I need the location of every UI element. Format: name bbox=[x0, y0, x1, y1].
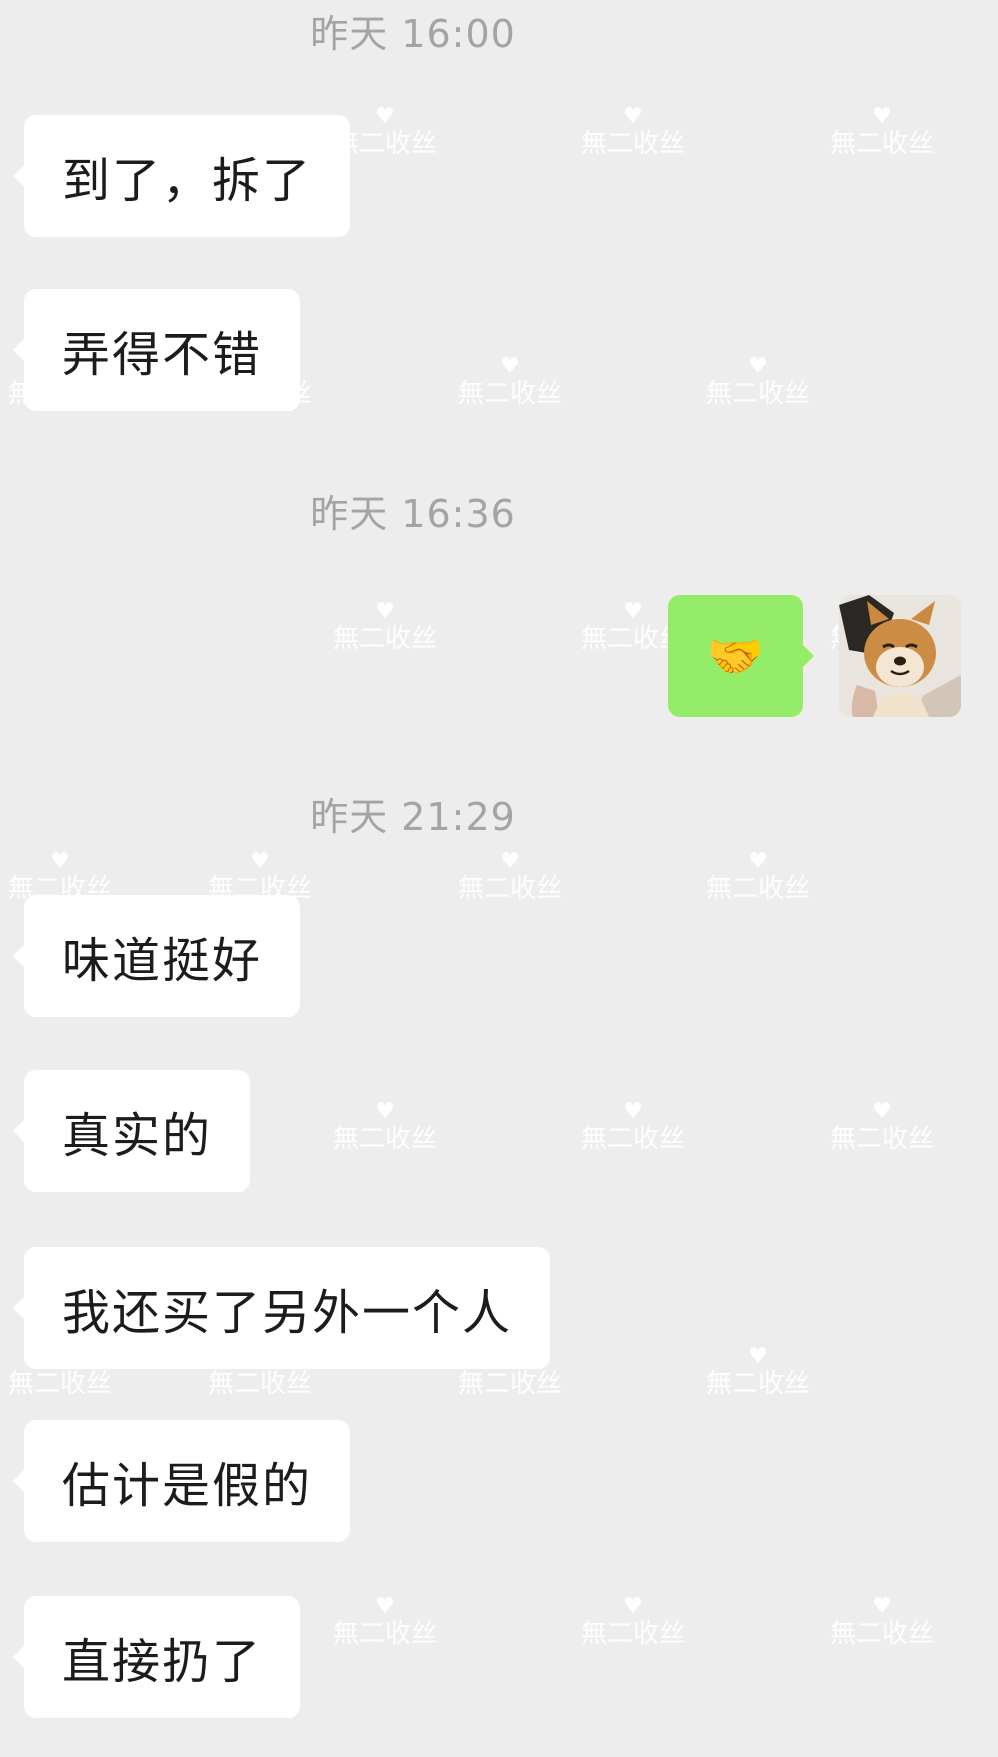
watermark-text: 無二收丝 bbox=[332, 1124, 437, 1154]
watermark-text: 無二收丝 bbox=[332, 624, 437, 654]
watermark-text: 無二收丝 bbox=[829, 129, 934, 159]
watermark-heart-icon: ♥ bbox=[748, 1344, 768, 1369]
watermark-heart-icon: ♥ bbox=[623, 1594, 643, 1619]
watermark-heart-icon: ♥ bbox=[872, 1099, 892, 1124]
watermark-heart-icon: ♥ bbox=[748, 354, 768, 379]
watermark: ♥無二收丝 bbox=[698, 354, 818, 410]
watermark-heart-icon: ♥ bbox=[500, 354, 520, 379]
watermark-text: 無二收丝 bbox=[705, 379, 810, 409]
watermark-text: 無二收丝 bbox=[705, 874, 810, 904]
watermark: ♥無二收丝 bbox=[325, 599, 445, 655]
watermark-heart-icon: ♥ bbox=[50, 849, 70, 874]
watermark-text: 無二收丝 bbox=[457, 1369, 562, 1399]
watermark-heart-icon: ♥ bbox=[375, 1099, 395, 1124]
watermark-heart-icon: ♥ bbox=[748, 849, 768, 874]
watermark-heart-icon: ♥ bbox=[375, 599, 395, 624]
watermark: ♥無二收丝 bbox=[573, 1594, 693, 1650]
incoming-message[interactable]: 弄得不错 bbox=[12, 289, 301, 411]
watermark: ♥無二收丝 bbox=[573, 1099, 693, 1155]
watermark: ♥無二收丝 bbox=[450, 849, 570, 905]
watermark: ♥無二收丝 bbox=[822, 1594, 942, 1650]
watermark-text: 無二收丝 bbox=[457, 379, 562, 409]
watermark: ♥無二收丝 bbox=[822, 1099, 942, 1155]
watermark-heart-icon: ♥ bbox=[872, 104, 892, 129]
incoming-message[interactable]: 到了，拆了 bbox=[12, 115, 351, 237]
watermark: ♥無二收丝 bbox=[698, 849, 818, 905]
watermark-text: 無二收丝 bbox=[207, 1369, 312, 1399]
watermark-text: 無二收丝 bbox=[457, 874, 562, 904]
incoming-message[interactable]: 味道挺好 bbox=[12, 895, 301, 1017]
watermark-heart-icon: ♥ bbox=[872, 1594, 892, 1619]
timestamp: 昨天 16:00 bbox=[310, 12, 516, 56]
watermark-text: 無二收丝 bbox=[829, 1124, 934, 1154]
outgoing-message[interactable]: 🤝 bbox=[668, 595, 814, 717]
watermark-heart-icon: ♥ bbox=[623, 104, 643, 129]
incoming-message[interactable]: 真实的 bbox=[12, 1070, 251, 1192]
watermark-text: 無二收丝 bbox=[580, 1124, 685, 1154]
watermark-text: 無二收丝 bbox=[580, 129, 685, 159]
watermark: ♥無二收丝 bbox=[325, 1099, 445, 1155]
incoming-message[interactable]: 估计是假的 bbox=[12, 1420, 351, 1542]
shiba-dog-avatar-icon bbox=[839, 595, 961, 717]
watermark-heart-icon: ♥ bbox=[250, 849, 270, 874]
timestamp: 昨天 21:29 bbox=[310, 795, 516, 839]
watermark: ♥無二收丝 bbox=[450, 354, 570, 410]
watermark: ♥無二收丝 bbox=[822, 104, 942, 160]
watermark-text: 無二收丝 bbox=[7, 1369, 112, 1399]
avatar[interactable] bbox=[839, 595, 961, 717]
watermark-heart-icon: ♥ bbox=[500, 849, 520, 874]
watermark: ♥無二收丝 bbox=[325, 1594, 445, 1650]
timestamp: 昨天 16:36 bbox=[310, 492, 516, 536]
chat-view: ♥ 無二收丝 ♥ 無二收丝 ♥ 無二收丝 ♥ 無二收丝 ♥ 無二收丝 ♥ 無二收丝 ♥ 無二收丝 ♥ 無二收丝… bbox=[0, 0, 998, 1757]
watermark-text: 無二收丝 bbox=[580, 1619, 685, 1649]
handshake-emoji-icon: 🤝 bbox=[706, 628, 765, 683]
watermark: ♥無二收丝 bbox=[573, 104, 693, 160]
watermark: ♥無二收丝 bbox=[698, 1344, 818, 1400]
watermark-text: 無二收丝 bbox=[332, 1619, 437, 1649]
watermark-text: 無二收丝 bbox=[705, 1369, 810, 1399]
incoming-message[interactable]: 我还买了另外一个人 bbox=[12, 1247, 551, 1369]
watermark-heart-icon: ♥ bbox=[375, 1594, 395, 1619]
watermark-heart-icon: ♥ bbox=[623, 1099, 643, 1124]
watermark-text: 無二收丝 bbox=[829, 1619, 934, 1649]
incoming-message[interactable]: 直接扔了 bbox=[12, 1596, 301, 1718]
